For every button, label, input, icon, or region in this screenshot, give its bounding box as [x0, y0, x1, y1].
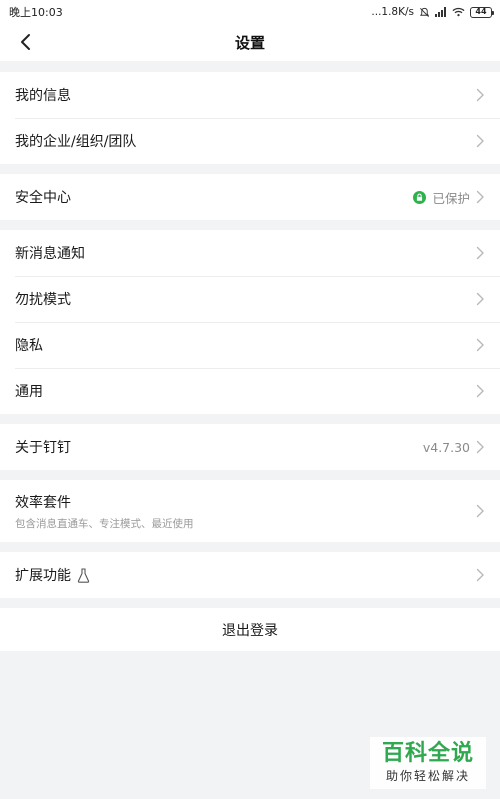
watermark-title: 百科全说 [381, 741, 474, 767]
settings-item-label: 隐私 [15, 338, 43, 354]
settings-group-account: 我的信息 我的企业/组织/团队 [0, 72, 500, 164]
settings-group-general: 新消息通知 勿扰模式 隐私 通用 [0, 230, 500, 414]
settings-item-my-info[interactable]: 我的信息 [0, 72, 500, 118]
settings-group-about: 关于钉钉 v4.7.30 [0, 424, 500, 470]
watermark-subtitle: 助你轻松解决 [385, 768, 470, 783]
settings-item-label: 我的企业/组织/团队 [15, 134, 137, 150]
chevron-right-icon [476, 246, 484, 260]
settings-item-extensions[interactable]: 扩展功能 [0, 552, 500, 598]
app-version: v4.7.30 [422, 439, 470, 455]
settings-group-extensions: 扩展功能 [0, 552, 500, 598]
settings-item-label: 勿扰模式 [15, 292, 71, 308]
settings-item-organization[interactable]: 我的企业/组织/团队 [0, 118, 500, 164]
settings-item-subtitle: 包含消息直通车、专注模式、最近使用 [15, 517, 194, 530]
settings-group-security: 安全中心 已保护 [0, 174, 500, 220]
flask-icon [77, 567, 90, 583]
chevron-right-icon [476, 384, 484, 398]
settings-item-about[interactable]: 关于钉钉 v4.7.30 [0, 424, 500, 470]
lock-icon [413, 190, 427, 204]
settings-item-right: v4.7.30 [423, 440, 485, 455]
battery-indicator: 44 [470, 6, 494, 18]
settings-item-label: 扩展功能 [15, 568, 71, 584]
chevron-right-icon [476, 440, 484, 454]
security-status: 已保护 [432, 190, 470, 206]
chevron-right-icon [476, 568, 484, 582]
network-speed: ...1.8K/s [371, 6, 414, 18]
chevron-right-icon [476, 292, 484, 306]
chevron-left-icon[interactable] [16, 32, 36, 52]
wifi-icon [452, 7, 465, 17]
settings-item-label: 安全中心 [15, 190, 71, 206]
chevron-right-icon [476, 190, 484, 204]
mute-bell-icon [420, 7, 429, 17]
chevron-right-icon [476, 504, 484, 518]
status-bar: 晚上10:03 ...1.8K/s 44 [0, 0, 500, 24]
settings-item-label-wrap: 扩展功能 [15, 565, 90, 585]
signal-icon [435, 7, 446, 17]
chevron-right-icon [476, 338, 484, 352]
settings-item-do-not-disturb[interactable]: 勿扰模式 [0, 276, 500, 322]
logout-button[interactable]: 退出登录 [0, 608, 500, 651]
status-indicators: ...1.8K/s 44 [371, 6, 494, 18]
settings-item-text: 效率套件 包含消息直通车、专注模式、最近使用 [15, 492, 194, 531]
chevron-right-icon [476, 88, 484, 102]
nav-bar: 设置 [0, 24, 500, 61]
settings-item-security-center[interactable]: 安全中心 已保护 [0, 174, 500, 220]
settings-item-general[interactable]: 通用 [0, 368, 500, 414]
settings-item-privacy[interactable]: 隐私 [0, 322, 500, 368]
settings-item-label: 通用 [15, 384, 43, 400]
settings-item-notifications[interactable]: 新消息通知 [0, 230, 500, 276]
settings-item-label: 新消息通知 [15, 246, 85, 262]
status-time: 晚上10:03 [9, 6, 63, 19]
settings-item-label: 我的信息 [15, 88, 71, 104]
settings-group-efficiency: 效率套件 包含消息直通车、专注模式、最近使用 [0, 480, 500, 542]
settings-item-label: 效率套件 [15, 494, 71, 511]
chevron-right-icon [476, 134, 484, 148]
watermark-logo: 百科全说 助你轻松解决 [370, 737, 486, 789]
page-title: 设置 [234, 34, 265, 52]
settings-item-efficiency-suite[interactable]: 效率套件 包含消息直通车、专注模式、最近使用 [0, 480, 500, 542]
settings-item-right: 已保护 [413, 188, 485, 207]
settings-item-label: 关于钉钉 [15, 440, 71, 456]
